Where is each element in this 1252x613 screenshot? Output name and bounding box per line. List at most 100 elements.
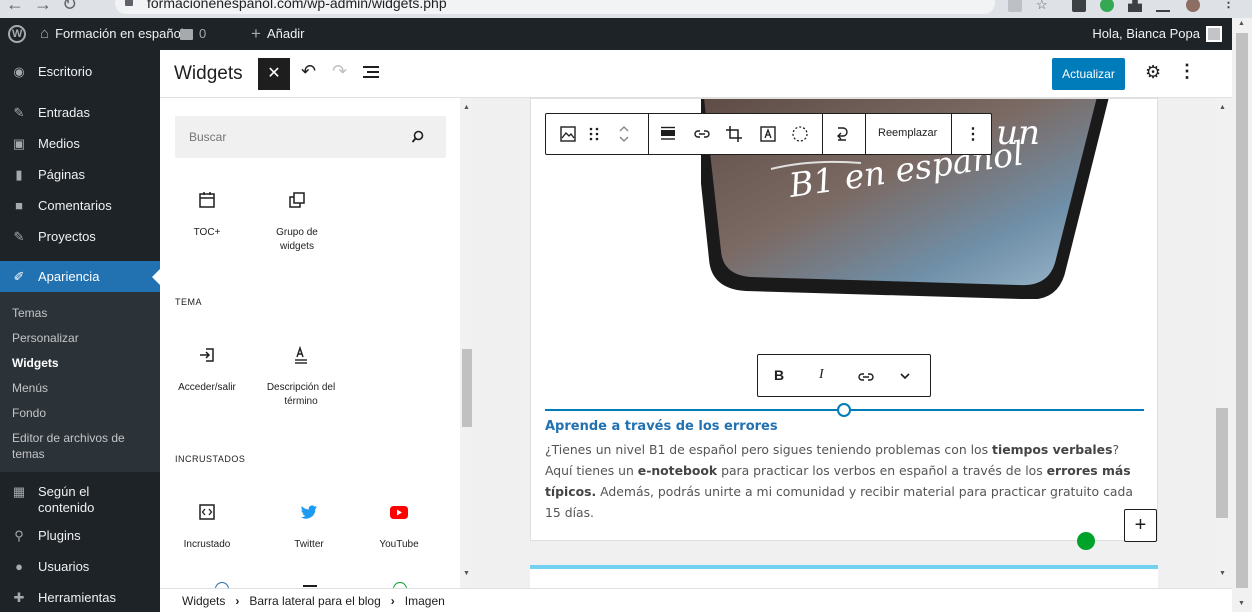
- address-bar[interactable]: formacionenespanol.com/wp-admin/widgets.…: [115, 0, 995, 14]
- chevron-down-icon[interactable]: [898, 369, 912, 383]
- move-up-down-icon[interactable]: [614, 124, 634, 144]
- extension-green-icon[interactable]: [1100, 0, 1114, 12]
- menu-item-proyectos[interactable]: ✎ Proyectos: [0, 221, 160, 252]
- menu-item-usuarios[interactable]: ● Usuarios: [0, 551, 160, 582]
- scroll-down-arrow-icon[interactable]: ▼: [463, 570, 470, 577]
- wp-logo-menu[interactable]: [8, 18, 26, 50]
- user-icon: ●: [15, 559, 23, 574]
- block-toc-plus[interactable]: TOC+: [162, 188, 252, 240]
- transform-hook-icon[interactable]: [832, 124, 852, 144]
- select-circle-icon[interactable]: [790, 124, 810, 144]
- table-icon: ▦: [12, 484, 26, 499]
- caption-link-icon[interactable]: [856, 367, 876, 387]
- menu-item-escritorio[interactable]: ◉ Escritorio: [0, 56, 160, 87]
- block-youtube[interactable]: YouTube: [354, 500, 444, 552]
- list-view-icon[interactable]: [363, 66, 379, 78]
- crop-icon[interactable]: [724, 124, 744, 144]
- search-icon[interactable]: [411, 130, 425, 144]
- scroll-down-arrow-icon[interactable]: ▼: [1238, 600, 1245, 607]
- widget-area-card: nes un B1 en español Reemplazar ⋮ B I: [530, 98, 1158, 542]
- link-icon[interactable]: [692, 124, 712, 144]
- options-menu-icon[interactable]: ⋮: [1178, 61, 1196, 82]
- submenu-item-widgets[interactable]: Widgets: [0, 355, 160, 371]
- canvas-scrollbar-thumb[interactable]: [1216, 408, 1228, 518]
- close-inserter-button[interactable]: ✕: [258, 58, 290, 90]
- redo-icon[interactable]: ↷: [332, 61, 347, 82]
- breadcrumb-item[interactable]: Barra lateral para el blog: [249, 594, 380, 608]
- breadcrumb-item[interactable]: Imagen: [405, 594, 445, 608]
- submenu-item-fondo[interactable]: Fondo: [0, 405, 160, 421]
- menu-item-comentarios[interactable]: ■ Comentarios: [0, 190, 160, 221]
- undo-icon[interactable]: ↶: [301, 61, 316, 82]
- extensions-puzzle-icon[interactable]: [1128, 0, 1142, 12]
- gear-icon[interactable]: ⚙: [1145, 62, 1161, 83]
- replace-button[interactable]: Reemplazar: [878, 127, 937, 139]
- align-icon[interactable]: [658, 124, 678, 144]
- scroll-up-arrow-icon[interactable]: ▲: [1219, 104, 1226, 111]
- inserter-scrollbar[interactable]: ▲ ▼: [460, 98, 473, 588]
- plugin-icon: ⚲: [14, 527, 24, 543]
- menu-item-herramientas[interactable]: ✚ Herramientas: [0, 582, 160, 613]
- drag-handle-icon[interactable]: [584, 124, 604, 144]
- new-content-link[interactable]: + Añadir: [251, 18, 305, 50]
- forward-arrow-icon[interactable]: →: [34, 0, 52, 15]
- text-overlay-icon[interactable]: [758, 124, 778, 144]
- plus-icon: +: [1134, 514, 1147, 536]
- breadcrumb-item[interactable]: Widgets: [182, 594, 225, 608]
- browser-toolbar: ← → ↻ formacionenespanol.com/wp-admin/wi…: [0, 0, 1252, 18]
- submenu-item-personalizar[interactable]: Personalizar: [0, 330, 160, 346]
- browser-menu-icon[interactable]: ⋮: [1222, 0, 1236, 10]
- menu-item-label: Entradas: [38, 105, 91, 120]
- playlist-icon[interactable]: [1156, 0, 1170, 12]
- profile-avatar-icon[interactable]: [1186, 0, 1200, 12]
- wrench-icon: ✚: [13, 589, 25, 605]
- menu-item-apariencia[interactable]: ✐ Apariencia: [0, 261, 160, 292]
- menu-item-paginas[interactable]: ▮ Páginas: [0, 159, 160, 190]
- page-scrollbar-thumb[interactable]: [1236, 33, 1248, 588]
- menu-item-segun-contenido[interactable]: ▦ Según el contenido: [0, 480, 160, 520]
- block-login-logout[interactable]: Acceder/salir: [162, 343, 252, 395]
- submenu-item-menus[interactable]: Menús: [0, 380, 160, 396]
- update-button[interactable]: Actualizar: [1052, 58, 1125, 90]
- extension-mail-icon[interactable]: [1072, 0, 1086, 12]
- resize-handle[interactable]: [837, 403, 851, 417]
- scroll-down-arrow-icon[interactable]: ▼: [1219, 570, 1226, 577]
- widgets-canvas: nes un B1 en español Reemplazar ⋮ B I: [473, 98, 1215, 588]
- menu-item-label: Proyectos: [38, 229, 96, 244]
- submenu-item-editor-temas[interactable]: Editor de archivos de temas: [0, 430, 150, 462]
- calendar-icon: [199, 192, 215, 208]
- reload-icon[interactable]: ↻: [62, 0, 77, 15]
- menu-item-medios[interactable]: ▣ Medios: [0, 128, 160, 159]
- submenu-item-temas[interactable]: Temas: [0, 305, 160, 321]
- block-options-icon[interactable]: ⋮: [965, 124, 981, 144]
- italic-button[interactable]: I: [819, 367, 824, 383]
- search-input[interactable]: [175, 116, 395, 158]
- block-embed[interactable]: Incrustado: [162, 500, 252, 552]
- block-widget-group[interactable]: Grupo de widgets: [252, 188, 342, 254]
- block-term-description[interactable]: Descripción del término: [264, 343, 338, 409]
- comment-bubble-icon: [180, 28, 193, 40]
- scroll-up-arrow-icon[interactable]: ▲: [463, 104, 470, 111]
- login-icon: [200, 348, 214, 362]
- inserter-scrollbar-thumb[interactable]: [462, 349, 472, 427]
- share-icon[interactable]: [1008, 0, 1022, 12]
- scroll-up-arrow-icon[interactable]: ▲: [1238, 20, 1245, 27]
- site-name-link[interactable]: ⌂ Formación en español: [40, 18, 184, 50]
- block-twitter[interactable]: Twitter: [264, 500, 354, 552]
- comments-link[interactable]: 0: [180, 18, 206, 50]
- menu-item-entradas[interactable]: ✎ Entradas: [0, 97, 160, 128]
- my-account-link[interactable]: Hola, Bianca Popa: [1092, 18, 1222, 50]
- twitter-icon: [301, 505, 317, 519]
- block-label: Acceder/salir: [178, 382, 236, 393]
- add-block-button[interactable]: +: [1124, 509, 1157, 542]
- toolbar-separator: [865, 114, 866, 154]
- image-block-icon[interactable]: [558, 124, 578, 144]
- caption-body[interactable]: ¿Tienes un nivel B1 de español pero sigu…: [545, 439, 1150, 523]
- star-icon[interactable]: ☆: [1036, 0, 1050, 12]
- bold-button[interactable]: B: [774, 367, 784, 383]
- caption-title[interactable]: Aprende a través de los errores: [545, 419, 778, 434]
- toolbar-separator: [951, 114, 952, 154]
- back-arrow-icon[interactable]: ←: [6, 0, 24, 15]
- menu-item-plugins[interactable]: ⚲ Plugins: [0, 520, 160, 551]
- toolbar-separator: [822, 114, 823, 154]
